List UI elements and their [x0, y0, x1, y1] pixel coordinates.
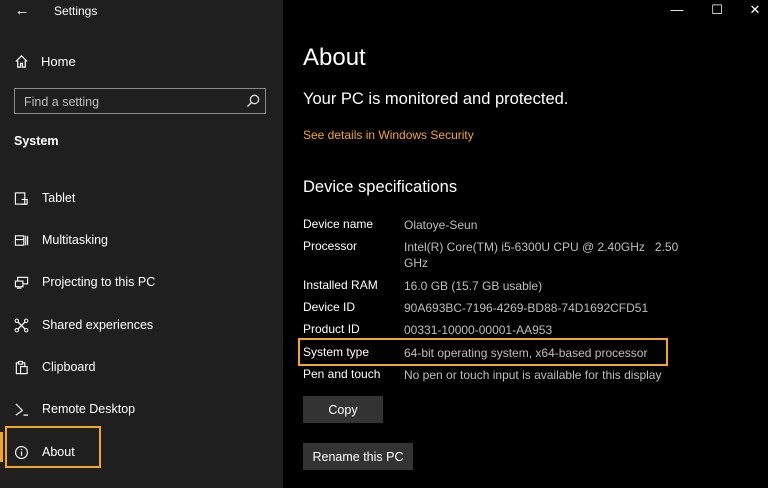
app-title: Settings	[54, 4, 98, 18]
sidebar-item-label: Tablet	[42, 191, 76, 205]
spec-value: 00331-10000-00001-AA953	[404, 323, 553, 337]
section-label-system: System	[14, 134, 59, 148]
sidebar-item-home[interactable]: Home	[14, 50, 76, 72]
close-button[interactable]: ✕	[745, 2, 765, 18]
maximize-button[interactable]: ☐	[707, 2, 727, 18]
spec-label: System type	[303, 345, 370, 359]
spec-value: 16.0 GB (15.7 GB usable)	[404, 279, 543, 293]
protection-status: Your PC is monitored and protected.	[303, 90, 569, 108]
search-icon[interactable]	[245, 93, 261, 109]
selected-indicator	[0, 432, 3, 462]
remote-desktop-icon	[15, 402, 29, 416]
sidebar-item-shared-experiences[interactable]: Shared experiences	[14, 314, 264, 336]
sidebar-item-label: Shared experiences	[42, 318, 154, 332]
sidebar-item-label: Home	[41, 53, 76, 69]
sidebar: ← Settings Home System Tablet Multitaski…	[0, 0, 283, 488]
device-specs-heading: Device specifications	[303, 178, 458, 196]
sidebar-item-label: Projecting to this PC	[42, 275, 156, 289]
spec-value: No pen or touch input is available for t…	[404, 368, 662, 382]
sidebar-item-projecting[interactable]: Projecting to this PC	[14, 271, 264, 293]
sidebar-item-multitasking[interactable]: Multitasking	[14, 229, 264, 251]
sidebar-item-about[interactable]: About	[14, 441, 264, 463]
spec-value: 90A693BC-7196-4269-BD88-74D1692CFD51	[404, 301, 649, 315]
spec-value: 64-bit operating system, x64-based proce…	[404, 346, 648, 360]
home-icon	[15, 54, 28, 68]
sidebar-item-clipboard[interactable]: Clipboard	[14, 356, 264, 378]
sidebar-item-label: Clipboard	[42, 360, 96, 374]
sidebar-item-label: About	[42, 445, 75, 459]
spec-label: Device ID	[303, 300, 356, 314]
clipboard-icon	[15, 360, 28, 374]
search-input[interactable]	[15, 89, 246, 114]
info-icon	[15, 445, 28, 459]
security-details-link[interactable]: See details in Windows Security	[303, 128, 474, 142]
search-box[interactable]	[14, 88, 266, 114]
projecting-icon	[14, 276, 29, 289]
spec-label: Installed RAM	[303, 278, 378, 292]
multitasking-icon	[14, 234, 29, 246]
sidebar-item-label: Remote Desktop	[42, 402, 136, 416]
spec-label: Pen and touch	[303, 367, 381, 381]
spec-value: Olatoye-Seun	[404, 218, 478, 232]
main-content: — ☐ ✕ About Your PC is monitored and pro…	[283, 0, 768, 488]
shared-experiences-icon	[14, 318, 29, 332]
spec-value: Intel(R) Core(TM) i5-6300U CPU @ 2.40GHz…	[404, 240, 682, 270]
sidebar-item-tablet[interactable]: Tablet	[14, 187, 264, 209]
spec-label: Product ID	[303, 322, 360, 336]
sidebar-item-label: Multitasking	[42, 233, 108, 247]
minimize-button[interactable]: —	[667, 2, 687, 18]
spec-label: Processor	[303, 239, 358, 253]
rename-pc-button[interactable]: Rename this PC	[303, 443, 413, 470]
page-title: About	[303, 44, 366, 71]
spec-label: Device name	[303, 217, 374, 231]
sidebar-item-remote-desktop[interactable]: Remote Desktop	[14, 398, 264, 420]
arrow-left-icon[interactable]: ←	[12, 2, 32, 20]
tablet-icon	[14, 191, 28, 205]
copy-button[interactable]: Copy	[303, 396, 383, 423]
